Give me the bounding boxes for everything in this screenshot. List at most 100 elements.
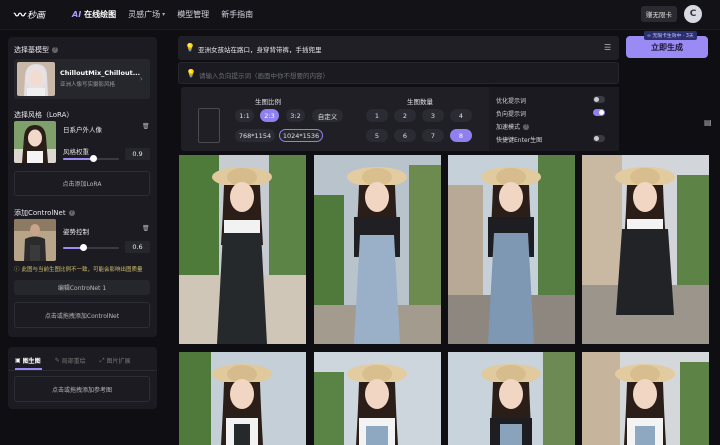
toggle-knob xyxy=(594,136,599,141)
info-icon[interactable]: ? xyxy=(68,210,75,216)
section-title-text: 添加ControlNet xyxy=(14,209,66,217)
upload-reference-button[interactable]: 点击或拖拽添加参考图 xyxy=(14,376,150,402)
lora-name: 日系户外人像 xyxy=(63,126,102,134)
enter-shortcut-toggle[interactable] xyxy=(593,135,605,142)
base-model-card[interactable]: ChilloutMix_Chillout... 亚洲人像写实摄影风格 › xyxy=(14,59,150,99)
ratio-title: 生图比例 xyxy=(255,98,281,106)
logo-mark-icon: 〰 xyxy=(14,8,26,22)
result-image[interactable] xyxy=(314,155,441,344)
nav-label: 灵感广场 xyxy=(128,10,161,19)
positive-prompt-text: 亚洲女孩站在路口，身穿背带裤，手插兜里 xyxy=(198,46,322,54)
controlnet-weight-input[interactable]: 0.6 xyxy=(125,241,150,253)
add-lora-button[interactable]: 点击添加LoRA xyxy=(14,171,150,196)
count-option[interactable]: 7 xyxy=(422,129,444,142)
controlnet-weight-slider[interactable] xyxy=(63,244,119,251)
positive-prompt-field[interactable]: 💡 亚洲女孩站在路口，身穿背带裤，手插兜里 ☰ xyxy=(178,36,619,60)
tab-img2img[interactable]: ▣ 图生图 xyxy=(15,356,41,365)
toggle-knob xyxy=(599,110,604,115)
tab-outpaint[interactable]: ⤢ 图片扩展 xyxy=(99,356,131,366)
negative-prompt-field[interactable]: 💡 请输入负向提示词（画面中你不想要的内容） xyxy=(178,62,619,84)
tab-label: 图生图 xyxy=(22,358,41,365)
result-image[interactable] xyxy=(448,155,575,344)
chevron-right-icon: › xyxy=(140,75,143,83)
info-icon[interactable]: ? xyxy=(523,123,530,130)
avatar[interactable]: C xyxy=(684,5,702,23)
option-fast-mode: 加速模式 ? xyxy=(496,122,530,131)
generation-settings: 生图比例 1:1 2:3 3:2 自定义 768*1154 1024*1536 … xyxy=(181,87,619,151)
add-controlnet-button[interactable]: 点击或拖拽添加ControlNet xyxy=(14,302,150,328)
slider-fill xyxy=(63,158,94,160)
option-negative-prompt: 负向提示词 xyxy=(496,111,527,118)
ratio-warning: ⓘ 此图与当前生图比例不一致，可能会影响出图质量 xyxy=(14,265,143,273)
count-option[interactable]: 1 xyxy=(366,109,388,122)
option-enter-shortcut: 快捷键Enter生图 xyxy=(496,137,543,144)
left-panel: 选择基模型 ? ChilloutMix_Chillout... 亚洲人像写实摄影… xyxy=(8,37,157,337)
logo[interactable]: 〰 秒画 xyxy=(14,6,72,23)
lora-title: 选择风格（LoRA） xyxy=(14,110,73,120)
count-option[interactable]: 3 xyxy=(422,109,444,122)
nav-model-manage[interactable]: 模型管理 xyxy=(177,9,209,20)
result-image[interactable] xyxy=(179,352,306,445)
slider-handle[interactable] xyxy=(89,155,97,162)
tab-label: 局部重绘 xyxy=(61,358,86,365)
warning-icon: ⓘ xyxy=(14,267,20,273)
nav-ai-prefix: AI xyxy=(72,10,82,19)
lightbulb-icon: 💡 xyxy=(185,43,195,52)
nav-label: 新手指南 xyxy=(221,10,254,19)
image-icon: ▣ xyxy=(15,357,21,364)
lora-weight-input[interactable]: 0.9 xyxy=(125,148,150,160)
result-image[interactable] xyxy=(179,155,306,344)
option-optimize-prompt: 优化提示词 xyxy=(496,98,527,105)
size-option-selected[interactable]: 1024*1536 xyxy=(279,129,323,142)
lora-weight-label: 风格权重 xyxy=(63,148,89,156)
negative-prompt-toggle[interactable] xyxy=(593,109,605,116)
top-bar: 〰 秒画 AI 在线绘图 灵感广场 ▾ 模型管理 新手指南 赚无限卡 C xyxy=(0,0,720,30)
settings-sliders-icon[interactable]: ☰ xyxy=(604,43,611,52)
count-option[interactable]: 2 xyxy=(394,109,416,122)
nav-guide[interactable]: 新手指南 xyxy=(221,9,253,20)
warning-text: 此图与当前生图比例不一致，可能会影响出图质量 xyxy=(21,267,143,273)
result-image[interactable] xyxy=(582,352,709,445)
lora-weight-slider[interactable] xyxy=(63,155,119,162)
nav-online-draw[interactable]: AI 在线绘图 xyxy=(72,9,116,20)
result-image[interactable] xyxy=(582,155,709,344)
ratio-option-selected[interactable]: 2:3 xyxy=(260,109,279,122)
result-image[interactable] xyxy=(448,352,575,445)
base-model-title: 选择基模型 ? xyxy=(14,45,58,55)
nav-inspiration[interactable]: 灵感广场 ▾ xyxy=(128,9,165,20)
ratio-option[interactable]: 1:1 xyxy=(235,109,254,122)
optimize-prompt-toggle[interactable] xyxy=(593,96,605,103)
controlnet-name: 姿势控制 xyxy=(63,228,89,236)
ratio-custom-option[interactable]: 自定义 xyxy=(312,109,343,122)
lora-thumbnail[interactable] xyxy=(14,121,56,163)
option-label: 加速模式 xyxy=(496,124,521,131)
tab-inpaint[interactable]: ✎ 局部重绘 xyxy=(55,356,86,365)
count-option[interactable]: 4 xyxy=(450,109,472,122)
count-option[interactable]: 5 xyxy=(366,129,388,142)
toggle-knob xyxy=(594,97,599,102)
lightbulb-icon: 💡 xyxy=(186,69,196,78)
nav-label: 模型管理 xyxy=(177,10,210,19)
info-icon[interactable]: ? xyxy=(52,47,58,53)
count-option-selected[interactable]: 8 xyxy=(450,129,472,142)
expand-icon: ⤢ xyxy=(99,356,105,364)
advanced-options: 优化提示词 负向提示词 加速模式 ? 快捷键Enter生图 xyxy=(489,87,619,151)
base-model-subtitle: 亚洲人像写实摄影风格 xyxy=(60,82,116,88)
edit-controlnet-button[interactable]: 编辑ControNet 1 xyxy=(14,280,150,295)
gallery-icon[interactable]: ▤ xyxy=(704,118,718,132)
size-option[interactable]: 768*1154 xyxy=(235,129,275,142)
count-option[interactable]: 6 xyxy=(394,129,416,142)
delete-lora-icon[interactable]: 🗑 xyxy=(142,123,150,130)
controlnet-thumbnail[interactable] xyxy=(14,219,56,261)
section-title-text: 选择基模型 xyxy=(14,46,49,54)
controlnet-title: 添加ControlNet ? xyxy=(14,208,75,218)
vip-card-button[interactable]: 赚无限卡 xyxy=(641,6,677,22)
logo-text: 秒画 xyxy=(27,11,46,21)
delete-controlnet-icon[interactable]: 🗑 xyxy=(142,225,150,232)
slider-handle[interactable] xyxy=(79,244,87,251)
result-image[interactable] xyxy=(314,352,441,445)
chevron-down-icon: ▾ xyxy=(162,11,166,18)
ratio-option[interactable]: 3:2 xyxy=(286,109,305,122)
section-title-text: 选择风格（LoRA） xyxy=(14,111,74,119)
divider xyxy=(8,370,157,371)
